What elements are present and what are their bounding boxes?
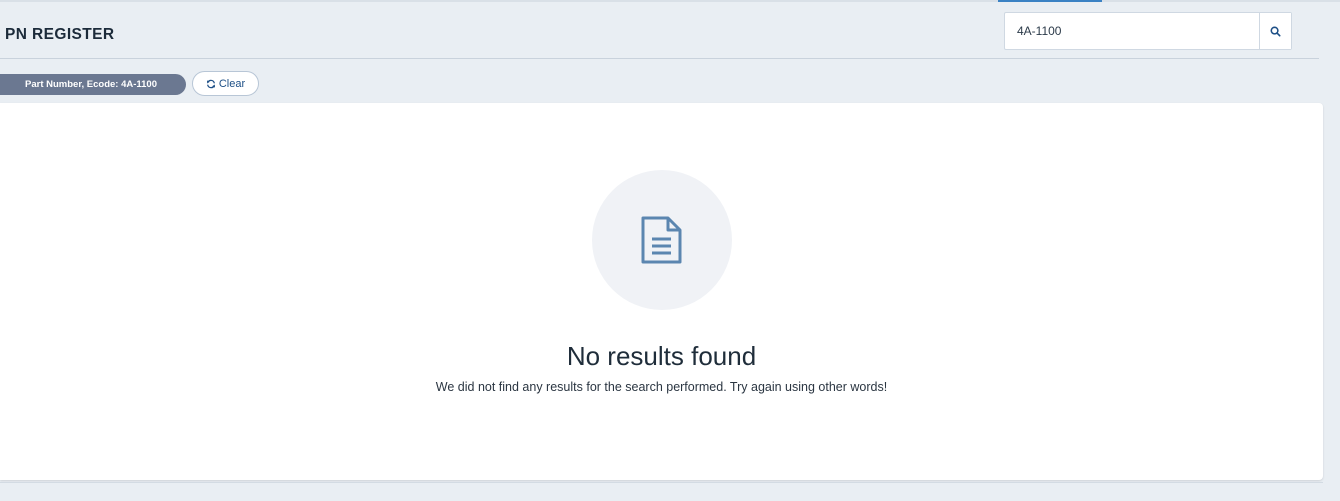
no-results-message: We did not find any results for the sear… bbox=[435, 380, 888, 394]
filter-chip-label: Part Number, Ecode: 4A-1100 bbox=[25, 79, 157, 90]
clear-filters-button[interactable]: Clear bbox=[192, 71, 259, 96]
empty-state-illustration bbox=[592, 170, 732, 310]
clear-button-label: Clear bbox=[218, 77, 246, 90]
results-panel: No results found We did not find any res… bbox=[0, 103, 1323, 480]
search-input[interactable] bbox=[1005, 13, 1259, 49]
refresh-icon bbox=[206, 79, 216, 89]
header-divider bbox=[0, 58, 1319, 59]
search-button[interactable] bbox=[1259, 13, 1291, 49]
search-box bbox=[1004, 12, 1292, 50]
page-title: PN REGISTER bbox=[5, 26, 115, 43]
active-tab-indicator bbox=[998, 0, 1102, 2]
search-icon bbox=[1270, 26, 1281, 37]
document-icon bbox=[640, 215, 684, 265]
top-border bbox=[0, 0, 1340, 2]
footer-divider bbox=[0, 482, 1323, 483]
no-results-title: No results found bbox=[566, 341, 757, 371]
active-filter-chip: Part Number, Ecode: 4A-1100 bbox=[0, 74, 186, 95]
